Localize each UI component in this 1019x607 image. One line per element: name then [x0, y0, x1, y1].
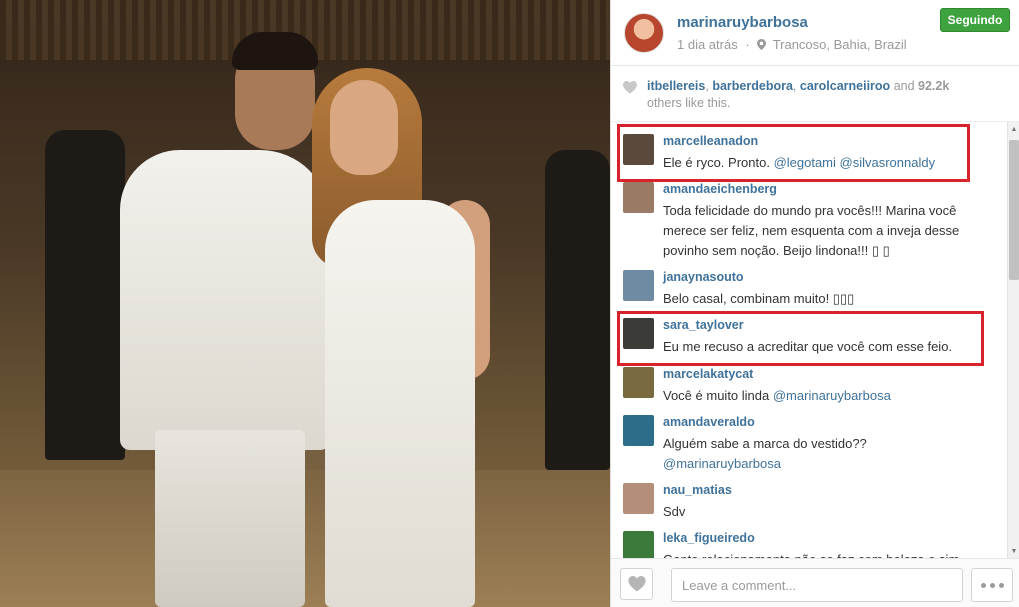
commenter-username[interactable]: leka_figueiredo: [663, 531, 755, 545]
comment-text: Belo casal, combinam muito! ▯▯▯: [663, 291, 855, 306]
likes-suffix: others like this.: [647, 96, 731, 110]
comment-text: Toda felicidade do mundo pra vocês!!! Ma…: [663, 203, 960, 258]
comment-mention[interactable]: @marinaruybarbosa: [663, 456, 781, 471]
likes-summary: itbellereis, barberdebora, carolcarneiir…: [611, 66, 1019, 122]
comment-input[interactable]: [671, 568, 963, 602]
post-location[interactable]: Trancoso, Bahia, Brazil: [773, 37, 907, 52]
comment-text: Você é muito linda @marinaruybarbosa: [663, 386, 983, 406]
likes-count[interactable]: 92.2k: [918, 79, 949, 93]
post-username[interactable]: marinaruybarbosa: [677, 14, 808, 31]
liker-link[interactable]: itbellereis: [647, 79, 705, 93]
commenter-username[interactable]: amandaveraldo: [663, 415, 755, 429]
list-item: amandaveraldo Alguém sabe a marca do ves…: [611, 415, 1007, 475]
liker-link[interactable]: carolcarneiiroo: [800, 79, 890, 93]
scroll-thumb[interactable]: [1009, 140, 1019, 280]
commenter-avatar[interactable]: [623, 415, 654, 446]
commenter-username[interactable]: nau_matias: [663, 483, 732, 497]
commenter-username[interactable]: marcelakatycat: [663, 367, 753, 381]
liker-link[interactable]: barberdebora: [712, 79, 793, 93]
photo-musician: [545, 150, 610, 470]
highlight-box: [617, 124, 970, 182]
comment-mention[interactable]: @marinaruybarbosa: [773, 388, 891, 403]
more-options-button[interactable]: [971, 568, 1013, 602]
likes-and: and: [893, 79, 915, 93]
list-item: leka_figueiredo Gente relacionamento não…: [611, 531, 1007, 558]
comment-text: Alguém sabe a marca do vestido?? @marina…: [663, 434, 963, 474]
photo-man-hair: [232, 32, 318, 70]
avatar[interactable]: [624, 13, 664, 53]
highlight-box: [617, 311, 984, 366]
list-item: amandaeichenberg Toda felicidade do mund…: [611, 182, 1007, 262]
comments-list[interactable]: marcelleanadon Ele é ryco. Pronto. @lego…: [611, 122, 1007, 558]
list-item: marcelakatycat Você é muito linda @marin…: [611, 367, 1007, 407]
commenter-username[interactable]: janaynasouto: [663, 270, 744, 284]
photo-guitarist: [45, 130, 125, 460]
like-button[interactable]: [620, 568, 653, 600]
comments-scrollbar[interactable]: ▲ ▼: [1007, 122, 1019, 558]
commenter-avatar[interactable]: [623, 367, 654, 398]
comment-footer: [611, 558, 1019, 607]
meta-separator: ·: [745, 37, 750, 52]
commenter-username[interactable]: amandaeichenberg: [663, 182, 777, 196]
scroll-up-arrow-icon[interactable]: ▲: [1008, 122, 1019, 136]
more-dots-icon: [998, 582, 1004, 588]
photo-man-shirt: [120, 150, 330, 450]
list-item: nau_matias Sdv: [611, 483, 1007, 523]
comment-text: Gente relacionamento não se faz com bele…: [663, 550, 1003, 558]
scroll-down-arrow-icon[interactable]: ▼: [1008, 544, 1019, 558]
commenter-avatar[interactable]: [623, 182, 654, 213]
photo-man-pants: [155, 430, 305, 607]
more-dots-icon: [980, 582, 986, 588]
commenter-avatar[interactable]: [623, 531, 654, 558]
comment-body: Alguém sabe a marca do vestido??: [663, 436, 867, 451]
comment-text: Sdv: [663, 504, 686, 519]
more-dots-icon: [989, 582, 995, 588]
list-item: janaynasouto Belo casal, combinam muito!…: [611, 270, 1007, 310]
photo-ground: [0, 470, 610, 607]
comment-body: Você é muito linda: [663, 388, 773, 403]
post-sidebar: marinaruybarbosa 1 dia atrás · Trancoso,…: [610, 0, 1019, 607]
heart-icon: [623, 81, 637, 94]
post-header: marinaruybarbosa 1 dia atrás · Trancoso,…: [611, 0, 1019, 66]
commenter-avatar[interactable]: [623, 270, 654, 301]
photo-woman-head: [330, 80, 398, 175]
post-time[interactable]: 1 dia atrás: [677, 37, 738, 52]
following-button[interactable]: Seguindo: [940, 8, 1010, 32]
post-meta: 1 dia atrás · Trancoso, Bahia, Brazil: [677, 37, 907, 52]
post-photo[interactable]: [0, 0, 610, 607]
photo-woman-dress: [325, 200, 475, 607]
heart-icon: [627, 576, 646, 592]
commenter-avatar[interactable]: [623, 483, 654, 514]
location-pin-icon: [757, 39, 767, 50]
